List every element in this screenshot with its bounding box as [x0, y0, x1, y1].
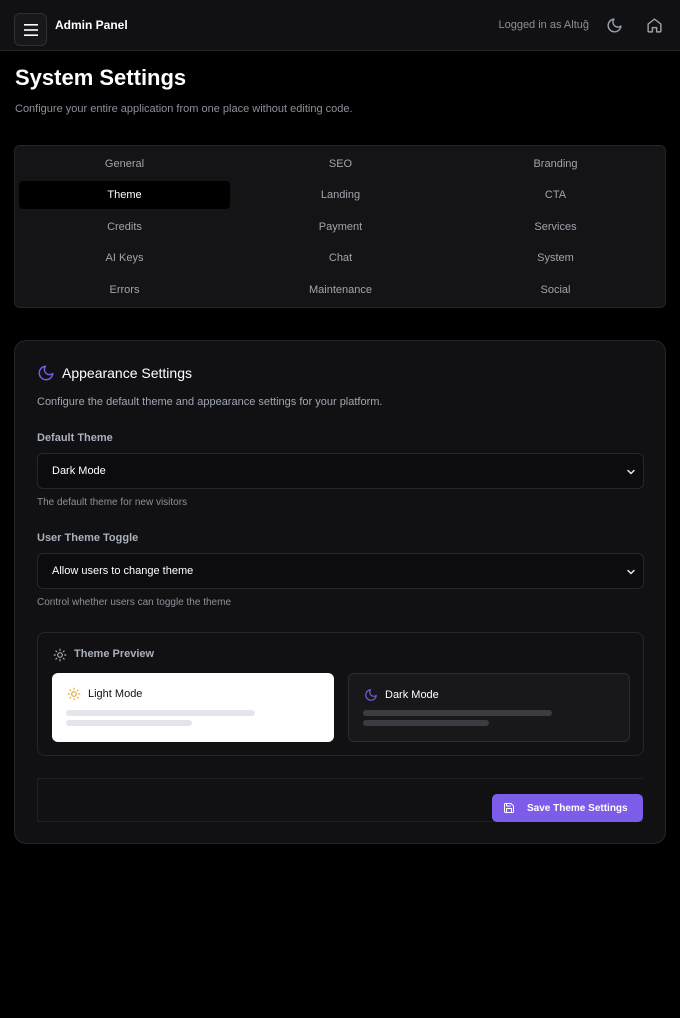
moon-icon	[38, 365, 54, 381]
user-toggle-value: Allow users to change theme	[52, 565, 194, 577]
logged-in-text: Logged in as Altuğ	[498, 19, 589, 31]
app-title: Admin Panel	[55, 18, 128, 32]
tab-social[interactable]: Social	[450, 276, 661, 304]
tab-system[interactable]: System	[450, 244, 661, 272]
page-subtitle: Configure your entire application from o…	[15, 103, 353, 115]
tab-payment[interactable]: Payment	[235, 213, 446, 241]
user-toggle-label: User Theme Toggle	[37, 532, 139, 544]
home-icon[interactable]	[646, 17, 663, 34]
theme-preview: Theme Preview Light Mode Dark Mode	[37, 632, 644, 756]
dark-mode-preview[interactable]: Dark Mode	[348, 673, 630, 742]
tab-general[interactable]: General	[19, 150, 230, 178]
save-icon	[504, 803, 514, 813]
user-toggle-hint: Control whether users can toggle the the…	[37, 597, 231, 608]
theme-preview-title: Theme Preview	[74, 648, 155, 660]
tab-cta[interactable]: CTA	[450, 181, 661, 209]
tab-landing[interactable]: Landing	[235, 181, 446, 209]
tab-maintenance[interactable]: Maintenance	[235, 276, 446, 304]
user-toggle-select[interactable]: Allow users to change theme	[37, 553, 644, 589]
placeholder-bar	[363, 720, 489, 726]
tab-chat[interactable]: Chat	[235, 244, 446, 272]
tab-errors[interactable]: Errors	[19, 276, 230, 304]
sun-icon	[67, 687, 81, 701]
card-description: Configure the default theme and appearan…	[37, 396, 383, 408]
tab-theme[interactable]: Theme	[19, 181, 230, 209]
appearance-settings-card: Appearance Settings Configure the defaul…	[14, 340, 666, 844]
tab-credits[interactable]: Credits	[19, 213, 230, 241]
save-button-label: Save Theme Settings	[527, 802, 628, 814]
default-theme-select[interactable]: Dark Mode	[37, 453, 644, 489]
light-mode-label: Light Mode	[88, 688, 143, 700]
menu-icon	[23, 23, 38, 36]
tab-branding[interactable]: Branding	[450, 150, 661, 178]
top-bar: Admin Panel Logged in as Altuğ	[0, 0, 680, 51]
dark-mode-label: Dark Mode	[385, 689, 439, 701]
chevron-down-icon	[627, 569, 635, 575]
menu-button[interactable]	[14, 13, 47, 46]
card-title: Appearance Settings	[62, 365, 192, 381]
moon-icon	[365, 689, 377, 701]
default-theme-hint: The default theme for new visitors	[37, 497, 188, 508]
page-title: System Settings	[15, 65, 187, 90]
placeholder-bar	[363, 710, 552, 716]
placeholder-bar	[66, 720, 192, 726]
chevron-down-icon	[627, 469, 635, 475]
tab-seo[interactable]: SEO	[235, 150, 446, 178]
save-theme-settings-button[interactable]: Save Theme Settings	[492, 794, 643, 822]
moon-icon[interactable]	[606, 17, 623, 34]
settings-tabs: General SEO Branding Theme Landing CTA C…	[14, 145, 666, 308]
default-theme-value: Dark Mode	[52, 465, 106, 477]
sun-icon	[53, 648, 67, 662]
tab-services[interactable]: Services	[450, 213, 661, 241]
default-theme-label: Default Theme	[37, 432, 113, 444]
placeholder-bar	[66, 710, 255, 716]
tab-ai-keys[interactable]: AI Keys	[19, 244, 230, 272]
light-mode-preview[interactable]: Light Mode	[52, 673, 334, 742]
